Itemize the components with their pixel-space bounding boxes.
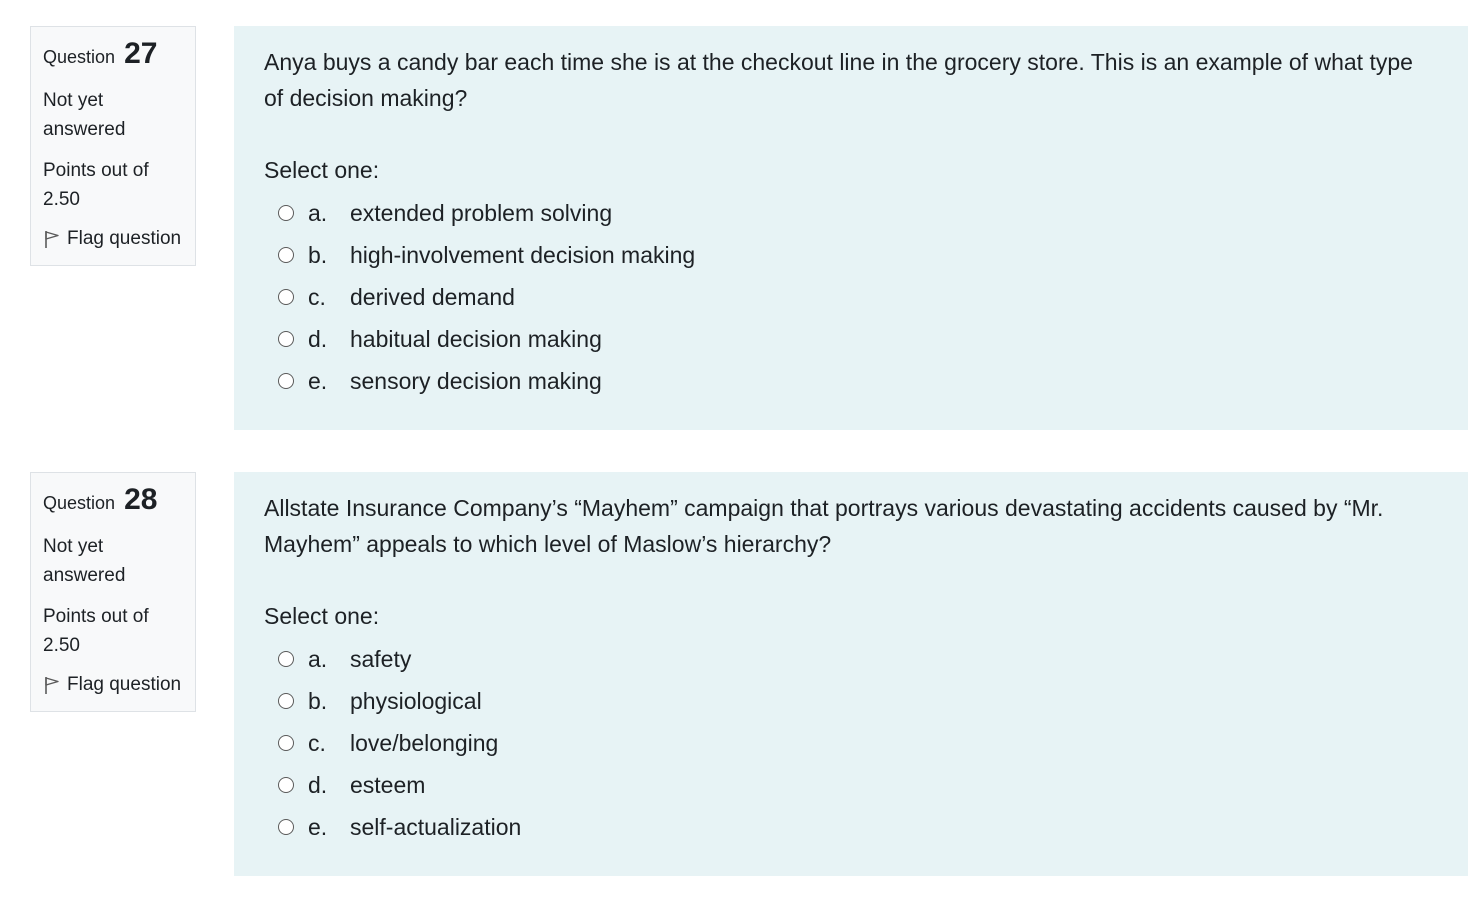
radio-unchecked-icon[interactable] xyxy=(278,819,294,835)
select-prompt: Select one: xyxy=(264,157,380,183)
question-label: Question xyxy=(43,47,116,67)
answer-letter: b. xyxy=(308,687,328,714)
answer-text: love/belonging xyxy=(350,729,499,756)
question-number-line: Question 28 xyxy=(43,483,183,520)
radio-unchecked-icon[interactable] xyxy=(278,373,294,389)
answer-letter: c. xyxy=(308,283,326,310)
flag-question-button[interactable]: Flag question xyxy=(43,226,183,252)
radio-unchecked-icon[interactable] xyxy=(278,205,294,221)
question-number-line: Question 27 xyxy=(43,37,183,74)
radio-unchecked-icon[interactable] xyxy=(278,693,294,709)
radio-unchecked-icon[interactable] xyxy=(278,331,294,347)
answer-text: self-actualization xyxy=(350,813,522,840)
answer-letter: d. xyxy=(308,325,328,352)
answer-option-b[interactable]: b. high-involvement decision making xyxy=(264,234,1438,276)
question-grade: Points out of 2.50 xyxy=(43,606,149,656)
answer-option-d[interactable]: d. habitual decision making xyxy=(264,318,1438,360)
flag-question-label: Flag question xyxy=(67,674,182,695)
answer-list: a. extended problem solving b. high-invo… xyxy=(264,192,1438,402)
question-text: Anya buys a candy bar each time she is a… xyxy=(264,49,1413,111)
answer-text: habitual decision making xyxy=(350,325,602,352)
question-state: Not yet answered xyxy=(43,90,126,140)
radio-unchecked-icon[interactable] xyxy=(278,777,294,793)
question-label: Question xyxy=(43,493,116,513)
question-number: 27 xyxy=(124,37,158,70)
answer-text: safety xyxy=(350,645,412,672)
answer-letter: e. xyxy=(308,813,328,840)
answer-text: sensory decision making xyxy=(350,367,602,394)
answer-option-c[interactable]: c. love/belonging xyxy=(264,722,1438,764)
answer-letter: a. xyxy=(308,199,328,226)
answer-option-d[interactable]: d. esteem xyxy=(264,764,1438,806)
radio-unchecked-icon[interactable] xyxy=(278,289,294,305)
answer-option-e[interactable]: e. self-actualization xyxy=(264,806,1438,848)
quiz-page: Question 27 Not yet answered Points out … xyxy=(0,0,1482,904)
answer-letter: e. xyxy=(308,367,328,394)
question-number: 28 xyxy=(124,483,158,516)
question-content: Allstate Insurance Company’s “Mayhem” ca… xyxy=(234,472,1468,876)
radio-unchecked-icon[interactable] xyxy=(278,651,294,667)
answer-text: derived demand xyxy=(350,283,515,310)
answer-option-c[interactable]: c. derived demand xyxy=(264,276,1438,318)
flag-question-label: Flag question xyxy=(67,228,182,249)
question-grade: Points out of 2.50 xyxy=(43,160,149,210)
answer-text: high-involvement decision making xyxy=(350,241,696,268)
answer-letter: b. xyxy=(308,241,328,268)
select-prompt: Select one: xyxy=(264,603,380,629)
answer-text: esteem xyxy=(350,771,426,798)
answer-option-a[interactable]: a. extended problem solving xyxy=(264,192,1438,234)
flag-icon xyxy=(43,675,61,695)
answer-option-a[interactable]: a. safety xyxy=(264,638,1438,680)
question-state: Not yet answered xyxy=(43,536,126,586)
answer-option-b[interactable]: b. physiological xyxy=(264,680,1438,722)
flag-icon xyxy=(43,229,61,249)
answer-letter: d. xyxy=(308,771,328,798)
answer-text: physiological xyxy=(350,687,482,714)
answer-text: extended problem solving xyxy=(350,199,613,226)
question-info: Question 28 Not yet answered Points out … xyxy=(30,472,196,712)
answer-letter: c. xyxy=(308,729,326,756)
radio-unchecked-icon[interactable] xyxy=(278,247,294,263)
question-text: Allstate Insurance Company’s “Mayhem” ca… xyxy=(264,495,1384,557)
answer-letter: a. xyxy=(308,645,328,672)
radio-unchecked-icon[interactable] xyxy=(278,735,294,751)
answer-list: a. safety b. physiological c. love/belon… xyxy=(264,638,1438,848)
flag-question-button[interactable]: Flag question xyxy=(43,672,183,698)
question-content: Anya buys a candy bar each time she is a… xyxy=(234,26,1468,430)
answer-option-e[interactable]: e. sensory decision making xyxy=(264,360,1438,402)
question-info: Question 27 Not yet answered Points out … xyxy=(30,26,196,266)
